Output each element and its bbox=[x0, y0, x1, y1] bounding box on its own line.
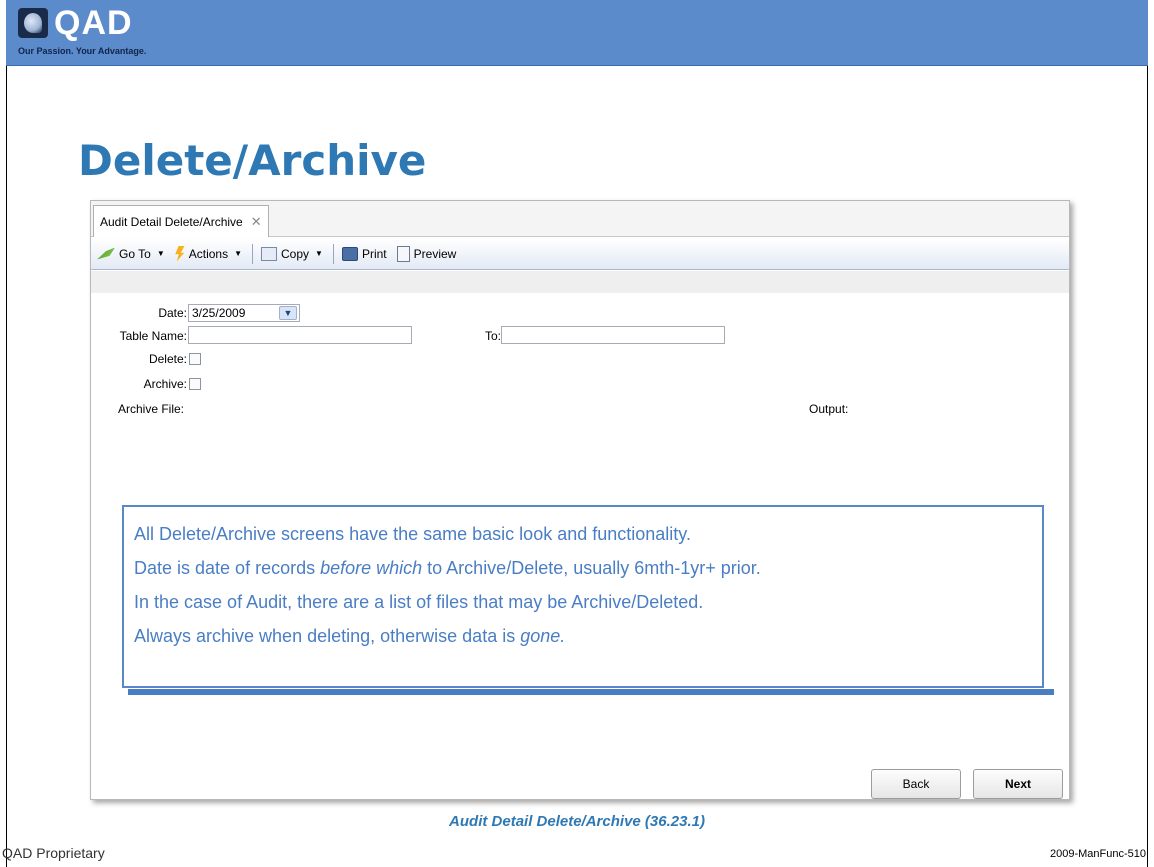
delete-checkbox[interactable] bbox=[189, 353, 201, 365]
lightning-icon bbox=[175, 245, 185, 262]
tab-audit-detail[interactable]: Audit Detail Delete/Archive ✕ bbox=[93, 205, 269, 237]
output-label: Output: bbox=[809, 402, 849, 416]
archive-file-label: Archive File: bbox=[118, 402, 185, 416]
slide-title: Delete/Archive bbox=[78, 136, 427, 185]
close-icon[interactable]: ✕ bbox=[251, 207, 262, 237]
delete-label: Delete: bbox=[148, 352, 187, 366]
toolbar: Go To ▼ Actions ▼ Copy ▼ Print Preview bbox=[91, 238, 1069, 270]
tab-bar: Audit Detail Delete/Archive ✕ bbox=[91, 201, 1069, 237]
footer-slide-id: 2009-ManFunc-510 bbox=[1049, 848, 1146, 860]
app-window: Audit Detail Delete/Archive ✕ Go To ▼ Ac… bbox=[90, 200, 1070, 800]
to-input[interactable] bbox=[501, 326, 725, 344]
actions-button[interactable]: Actions ▼ bbox=[175, 245, 243, 262]
goto-arrow-icon bbox=[97, 247, 115, 260]
qad-logo-icon bbox=[18, 8, 48, 38]
date-dropdown-button[interactable]: ▼ bbox=[279, 306, 297, 320]
print-button[interactable]: Print bbox=[341, 246, 387, 261]
goto-button[interactable]: Go To ▼ bbox=[97, 247, 165, 261]
chevron-down-icon: ▼ bbox=[315, 249, 323, 258]
logo-text: QAD bbox=[54, 4, 133, 42]
callout-box: All Delete/Archive screens have the same… bbox=[122, 505, 1044, 688]
back-button[interactable]: Back bbox=[871, 769, 961, 799]
copy-icon bbox=[261, 246, 278, 261]
goto-label: Go To bbox=[119, 246, 151, 261]
chevron-down-icon: ▼ bbox=[156, 249, 165, 258]
slide-header: QAD Our Passion. Your Advantage. bbox=[6, 0, 1148, 66]
table-name-input[interactable] bbox=[188, 326, 412, 344]
copy-button[interactable]: Copy ▼ bbox=[261, 246, 323, 261]
print-label: Print bbox=[361, 246, 387, 261]
chevron-down-icon: ▼ bbox=[234, 249, 243, 258]
preview-icon bbox=[396, 245, 410, 262]
to-label: To: bbox=[484, 329, 501, 343]
actions-label: Actions bbox=[188, 246, 229, 261]
callout-line-1: All Delete/Archive screens have the same… bbox=[134, 524, 691, 544]
callout-line-4: Always archive when deleting, otherwise … bbox=[134, 626, 566, 646]
logo-tagline: Our Passion. Your Advantage. bbox=[18, 46, 147, 56]
copy-label: Copy bbox=[281, 246, 310, 261]
next-button[interactable]: Next bbox=[973, 769, 1063, 799]
archive-checkbox[interactable] bbox=[189, 378, 201, 390]
chevron-down-icon: ▼ bbox=[283, 308, 293, 318]
date-value: 3/25/2009 bbox=[192, 306, 246, 320]
form-header-strip bbox=[91, 271, 1069, 293]
table-name-label: Table Name: bbox=[119, 329, 187, 343]
printer-icon bbox=[341, 246, 358, 261]
figure-caption: Audit Detail Delete/Archive (36.23.1) bbox=[449, 813, 705, 830]
callout-underline bbox=[128, 689, 1054, 695]
toolbar-divider bbox=[332, 243, 334, 264]
date-label: Date: bbox=[158, 306, 187, 320]
callout-line-2: Date is date of records before which to … bbox=[134, 558, 761, 578]
preview-button[interactable]: Preview bbox=[396, 245, 457, 262]
archive-label: Archive: bbox=[143, 377, 187, 391]
toolbar-divider bbox=[252, 243, 254, 264]
tab-label: Audit Detail Delete/Archive bbox=[100, 214, 243, 229]
callout-line-3: In the case of Audit, there are a list o… bbox=[134, 592, 704, 612]
footer-proprietary: QAD Proprietary bbox=[2, 845, 105, 861]
preview-label: Preview bbox=[413, 246, 457, 261]
